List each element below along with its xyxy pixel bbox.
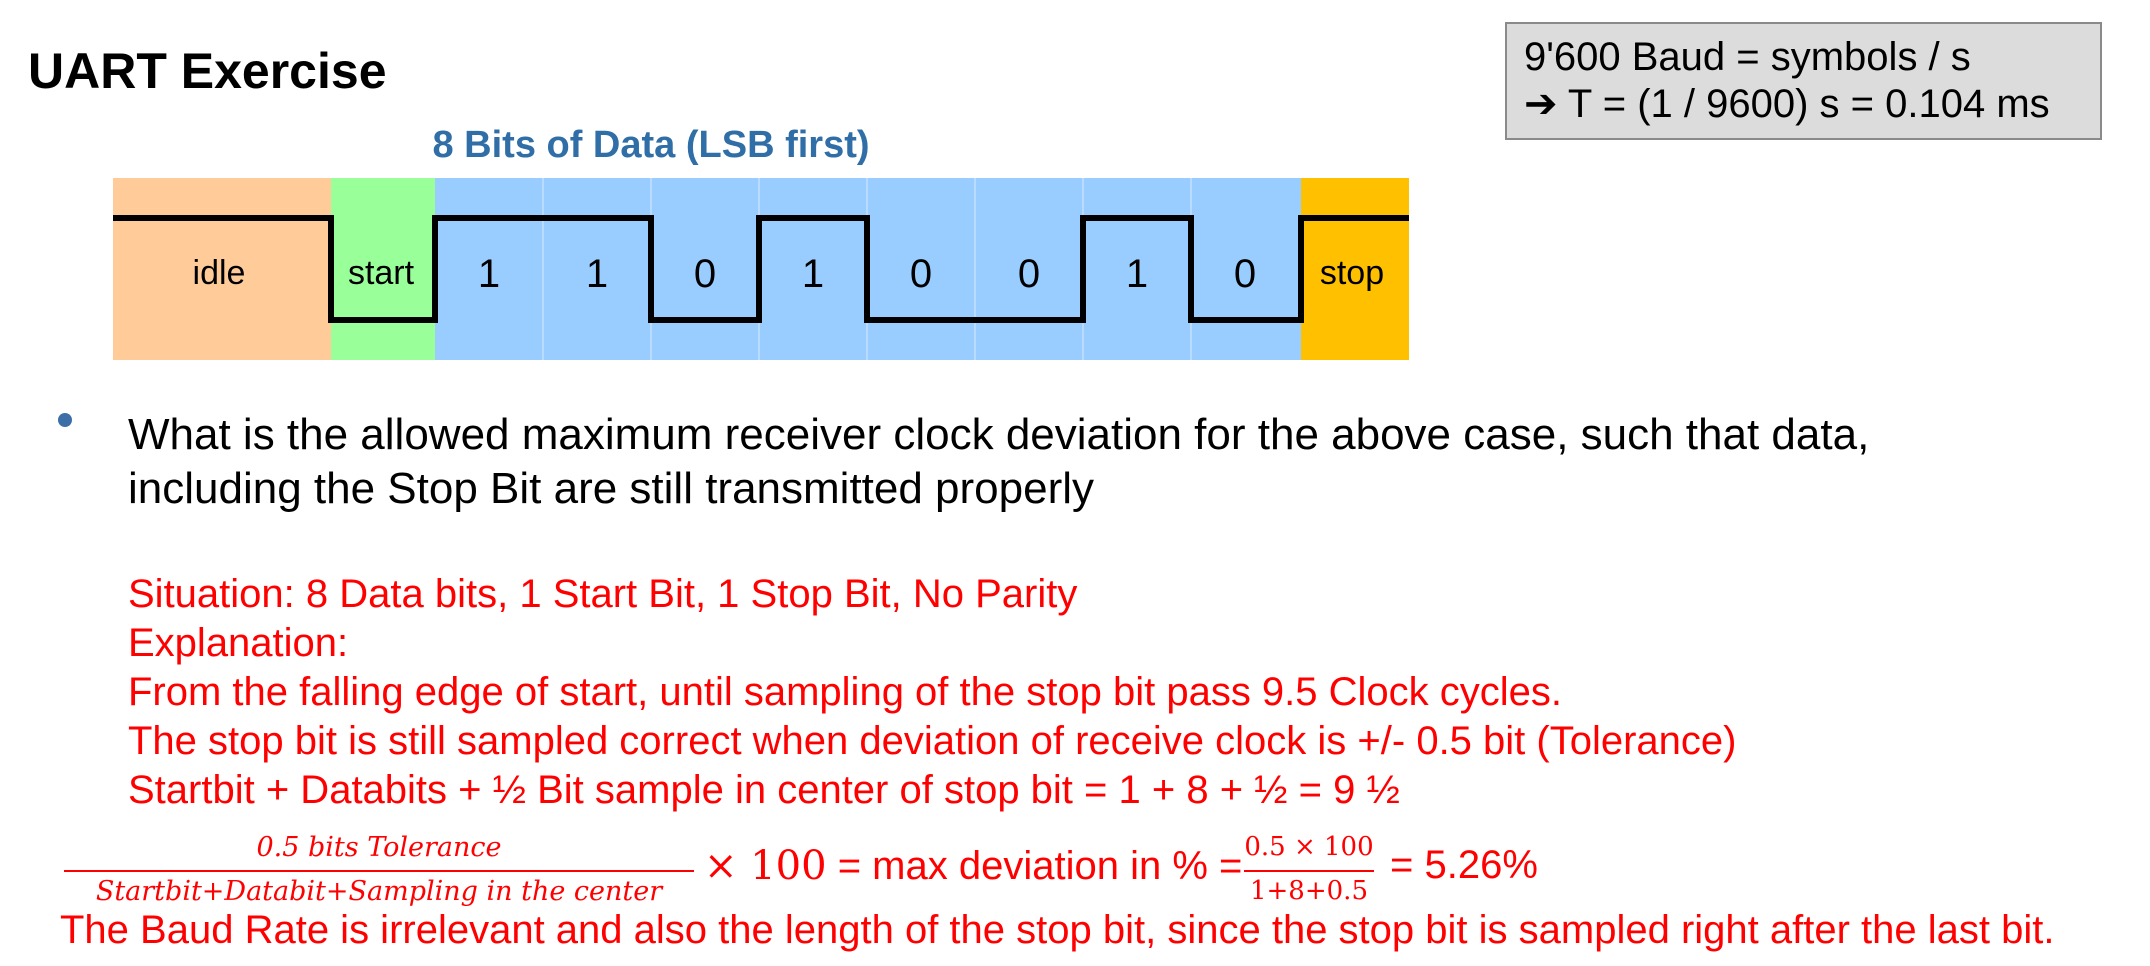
start-label: start [348, 254, 415, 292]
question-line-1: What is the allowed maximum receiver clo… [128, 410, 1870, 459]
idle-label: idle [193, 254, 246, 292]
formula-times: × 100 [704, 843, 827, 889]
bit-label-3: 1 [802, 252, 824, 296]
fraction-1-denominator: Startbit+Databit+Sampling in the center [95, 876, 663, 907]
bit-label-5: 0 [1018, 252, 1040, 296]
question-text: What is the allowed maximum receiver clo… [128, 408, 2088, 516]
conclusion-text: The Baud Rate is irrelevant and also the… [60, 908, 2055, 952]
data-bits-header: 8 Bits of Data (LSB first) [432, 124, 869, 166]
answer-line-2: The stop bit is still sampled correct wh… [128, 719, 1737, 763]
answer-explanation-heading: Explanation: [128, 621, 349, 665]
uart-timing-diagram: 8 Bits of Data (LSB first) idle start st… [113, 124, 1409, 360]
fraction-2-denominator: 1+8+0.5 [1249, 876, 1368, 906]
stop-label: stop [1320, 254, 1384, 292]
bit-label-0: 1 [478, 252, 500, 296]
fraction-1-numerator: 0.5 bits Tolerance [256, 832, 502, 863]
bit-label-7: 0 [1234, 252, 1256, 296]
formula-fraction-2: 0.5 × 100 1+8+0.5 [1244, 832, 1374, 912]
fraction-2-numerator: 0.5 × 100 [1244, 832, 1374, 862]
question-line-2: including the Stop Bit are still transmi… [128, 464, 1095, 513]
fraction-2-bar [1244, 870, 1374, 872]
fraction-1-bar [64, 870, 694, 872]
answer-situation: Situation: 8 Data bits, 1 Start Bit, 1 S… [128, 572, 1078, 616]
answer-block: Situation: 8 Data bits, 1 Start Bit, 1 S… [128, 570, 1736, 815]
bit-label-6: 1 [1126, 252, 1148, 296]
answer-line-3: Startbit + Databits + ½ Bit sample in ce… [128, 768, 1400, 812]
formula-middle-text: = max deviation in % = [826, 844, 1243, 888]
bit-label-1: 1 [586, 252, 608, 296]
formula-middle: × 100 = max deviation in % = [704, 843, 1242, 889]
formula-fraction-1: 0.5 bits Tolerance Startbit+Databit+Samp… [64, 832, 694, 912]
formula-result: = 5.26% [1390, 843, 1538, 887]
bit-label-2: 0 [694, 252, 716, 296]
bit-label-4: 0 [910, 252, 932, 296]
answer-line-1: From the falling edge of start, until sa… [128, 670, 1563, 714]
bullet-dot [58, 413, 72, 427]
